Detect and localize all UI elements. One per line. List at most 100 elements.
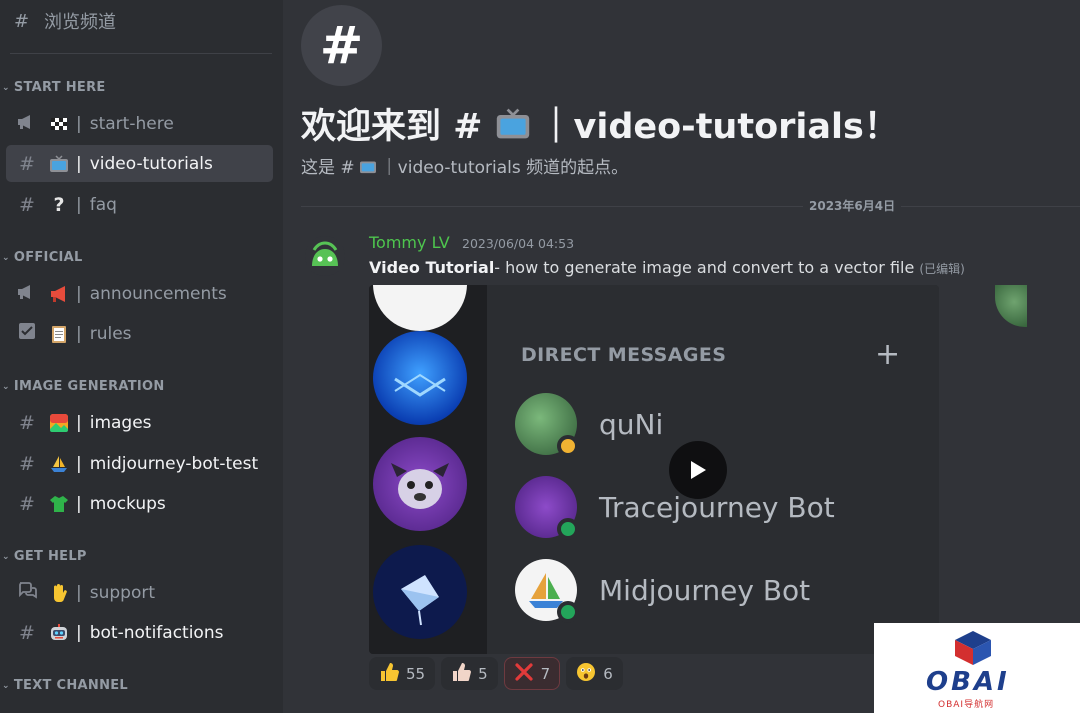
chevron-down-icon: ⌄: [2, 680, 10, 691]
channel-video-tutorials[interactable]: # | video-tutorials: [6, 145, 273, 182]
channel-label: midjourney-bot-test: [89, 453, 259, 474]
idle-status-icon: [557, 435, 579, 457]
category-label: OFFICIAL: [13, 250, 83, 265]
hash-icon: #: [19, 492, 35, 515]
category-text-channel[interactable]: ⌄ TEXT CHANNEL: [2, 678, 128, 693]
server-icon: [373, 331, 467, 425]
channel-support[interactable]: | support: [6, 574, 273, 611]
chevron-down-icon: ⌄: [2, 551, 10, 562]
browse-channels[interactable]: # 浏览频道: [14, 8, 116, 34]
chat-area: # 欢迎来到 # ｜video-tutorials！ 这是 # ｜video-t…: [283, 0, 1080, 713]
separator: |: [76, 582, 82, 603]
separator: |: [76, 283, 82, 304]
add-dm-icon: +: [875, 337, 901, 372]
category-label: TEXT CHANNEL: [13, 678, 129, 693]
welcome-heading: 欢迎来到 # ｜video-tutorials！: [301, 98, 899, 149]
channel-label: rules: [89, 323, 132, 344]
avatar: [515, 476, 579, 540]
browse-hash-icon: #: [14, 10, 30, 32]
raised-hand-icon: [48, 583, 70, 603]
clipboard-icon: [48, 324, 70, 344]
announcement-icon: [16, 113, 38, 135]
channel-bot-notifactions[interactable]: # | bot-notifactions: [6, 614, 273, 651]
picture-icon: [48, 413, 70, 433]
tv-icon: [359, 158, 377, 174]
channel-sidebar: # 浏览频道 ⌄ START HERE | start-here # | vid…: [0, 0, 283, 713]
reaction-count: 5: [478, 664, 488, 683]
channel-rules[interactable]: | rules: [6, 315, 273, 352]
reaction-count: 6: [603, 664, 613, 683]
tshirt-icon: [48, 494, 70, 514]
chevron-down-icon: ⌄: [2, 252, 10, 263]
online-status-icon: [557, 518, 579, 540]
edited-label: (已编辑): [919, 262, 965, 276]
separator: |: [76, 113, 82, 134]
hash-icon: #: [19, 621, 35, 644]
server-icon: [373, 545, 467, 639]
avatar[interactable]: [305, 236, 345, 276]
hash-icon: #: [19, 152, 35, 175]
category-label: START HERE: [13, 80, 106, 95]
reaction-count: 55: [406, 664, 426, 683]
dm-name: Tracejourney Bot: [599, 490, 835, 524]
category-get-help[interactable]: ⌄ GET HELP: [2, 549, 87, 564]
welcome-suffix: ｜video-tutorials！: [538, 107, 899, 147]
channel-images[interactable]: # | images: [6, 404, 273, 441]
server-icon: [373, 285, 467, 331]
megaphone-icon: [48, 284, 70, 304]
play-button[interactable]: [669, 441, 727, 499]
channel-label: video-tutorials: [89, 153, 213, 174]
message-content: Video Tutorial- how to generate image an…: [369, 258, 965, 277]
channel-label: bot-notifactions: [89, 622, 224, 643]
forum-icon: [16, 581, 38, 604]
separator: |: [76, 412, 82, 433]
thumbs-up-icon: [379, 662, 399, 686]
announcement-icon: [16, 283, 38, 305]
cross-mark-icon: [514, 662, 534, 686]
thumbs-up-light-icon: [451, 662, 472, 686]
video-embed[interactable]: DIRECT MESSAGES + quNi Tracejourney Bot: [369, 285, 939, 654]
sailboat-icon: [48, 454, 70, 474]
channel-label: support: [89, 582, 156, 603]
category-official[interactable]: ⌄ OFFICIAL: [2, 250, 83, 265]
reaction-thumbs-up[interactable]: 55: [369, 657, 436, 690]
reaction-thumbs-up-light[interactable]: 5: [441, 657, 498, 690]
message-bold-text: Video Tutorial: [369, 258, 495, 277]
tv-icon: [495, 107, 531, 141]
category-image-generation[interactable]: ⌄ IMAGE GENERATION: [2, 379, 165, 394]
checkered-flag-icon: [48, 114, 70, 134]
reaction-count: 7: [540, 664, 551, 683]
separator: |: [76, 493, 82, 514]
channel-faq[interactable]: # ? | faq: [6, 186, 273, 223]
channel-label: mockups: [89, 493, 166, 514]
channel-hash-icon: #: [301, 5, 382, 86]
hash-icon: #: [19, 193, 35, 216]
channel-announcements[interactable]: | announcements: [6, 275, 273, 312]
message-timestamp: 2023/06/04 04:53: [462, 236, 575, 251]
avatar: [515, 559, 579, 623]
subtitle-prefix: 这是 #: [301, 158, 355, 178]
channel-midjourney-bot-test[interactable]: # | midjourney-bot-test: [6, 445, 273, 482]
watermark-subtext: OBAI导航网: [938, 700, 995, 710]
date-divider-line: [301, 206, 1080, 207]
reaction-astonished[interactable]: 6: [566, 657, 623, 690]
message-text: - how to generate image and convert to a…: [494, 258, 915, 277]
astonished-face-icon: [576, 662, 596, 686]
channel-label: announcements: [89, 283, 227, 304]
channel-start-here[interactable]: | start-here: [6, 105, 273, 142]
dm-item: Midjourney Bot: [515, 559, 810, 623]
dm-item: quNi: [515, 393, 663, 457]
reactions-bar: 55 5 7 6: [369, 657, 623, 690]
category-start-here[interactable]: ⌄ START HERE: [2, 80, 106, 95]
hash-icon: #: [19, 452, 35, 475]
tv-icon: [48, 154, 70, 174]
channel-label: images: [89, 412, 152, 433]
online-status-icon: [557, 601, 579, 623]
image-preview-thumbnail[interactable]: [995, 285, 1027, 327]
message-author[interactable]: Tommy LV: [369, 233, 450, 252]
reaction-cross-mark[interactable]: 7: [503, 657, 561, 690]
channel-mockups[interactable]: # | mockups: [6, 485, 273, 522]
channel-subtitle: 这是 # ｜video-tutorials 频道的起点。: [301, 153, 628, 178]
hash-icon: #: [19, 411, 35, 434]
server-list-preview: [369, 285, 487, 654]
